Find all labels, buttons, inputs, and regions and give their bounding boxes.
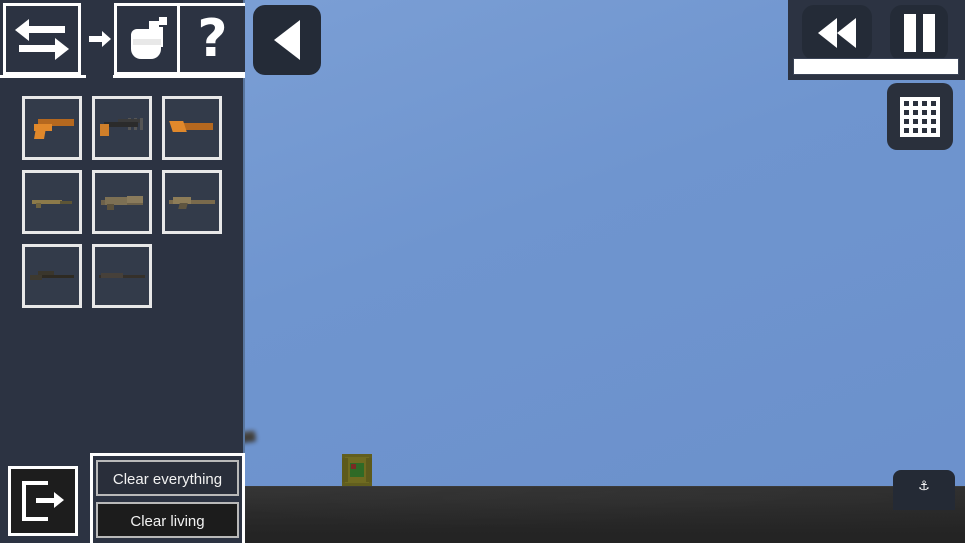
toolbar-grenade-button[interactable] <box>114 3 184 75</box>
weapon-grid-row <box>22 244 222 308</box>
back-button[interactable] <box>253 5 321 75</box>
clear-everything-button[interactable]: Clear everything <box>96 460 239 496</box>
weapon-slot-marksman[interactable] <box>92 244 152 308</box>
weapon-slot-sawed-off[interactable] <box>162 96 222 160</box>
carbine-icon <box>30 195 74 209</box>
sidebar-toolbar: ? <box>0 0 245 78</box>
progress-bar-fill <box>794 59 958 74</box>
rewind-button[interactable] <box>802 5 872 60</box>
toolbar-help-button[interactable]: ? <box>177 3 245 75</box>
weapon-slot-sniper[interactable] <box>22 244 82 308</box>
weapon-slot-assault-rifle[interactable] <box>92 170 152 234</box>
entity-dot <box>351 464 356 469</box>
arrow-right-icon <box>88 31 111 47</box>
triangle-left-icon <box>274 20 300 60</box>
sniper-rifle-icon <box>28 270 76 282</box>
weapon-slot-smg[interactable] <box>92 96 152 160</box>
game-screen: ⚓ ? Clear everything Clear living <box>0 0 965 543</box>
weapon-grid-row <box>22 170 222 234</box>
clear-living-button[interactable]: Clear living <box>96 502 239 538</box>
toolbar-next-button[interactable] <box>86 0 113 78</box>
ak-rifle-icon <box>167 193 217 211</box>
entity-edge-right <box>366 458 372 482</box>
assault-rifle-icon <box>97 192 147 212</box>
entity-sprite[interactable] <box>342 454 372 486</box>
grid-toggle-button[interactable] <box>887 83 953 150</box>
grid-icon <box>900 96 940 137</box>
left-sidebar: ? Clear everything Clear living <box>0 0 245 543</box>
weapon-grid <box>22 96 222 318</box>
pistol-icon <box>30 117 74 139</box>
marksman-rifle-icon <box>97 270 147 282</box>
grenade-icon <box>127 17 171 61</box>
entity-edge-left <box>342 458 348 482</box>
weapon-slot-carbine[interactable] <box>22 170 82 234</box>
smg-icon <box>98 116 146 140</box>
swap-arrows-icon <box>15 19 69 60</box>
progress-bar[interactable] <box>793 58 959 75</box>
clear-actions-panel: Clear everything Clear living <box>90 453 245 543</box>
sawed-off-shotgun-icon <box>169 119 215 137</box>
weapon-slot-pistol[interactable] <box>22 96 82 160</box>
toolbar-swap-button[interactable] <box>3 3 81 75</box>
anchor-icon: ⚓ <box>918 479 930 494</box>
pause-icon <box>903 14 935 52</box>
weapon-slot-ak-rifle[interactable] <box>162 170 222 234</box>
bottom-right-panel[interactable]: ⚓ <box>893 470 955 510</box>
exit-icon <box>22 481 64 521</box>
question-mark-icon: ? <box>197 9 228 69</box>
rewind-icon <box>818 17 856 48</box>
weapon-grid-row <box>22 96 222 160</box>
exit-button[interactable] <box>8 466 78 536</box>
pause-button[interactable] <box>890 5 948 61</box>
